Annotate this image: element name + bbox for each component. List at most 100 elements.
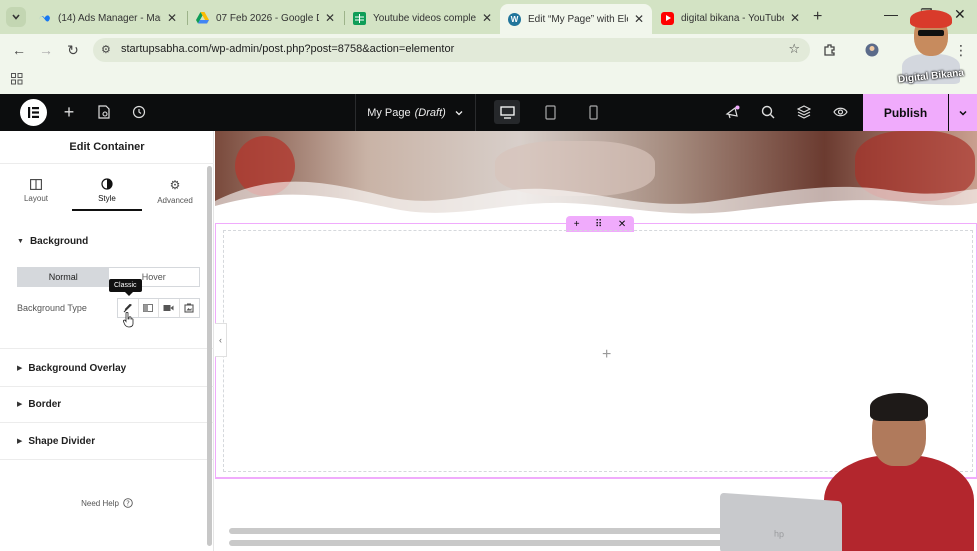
section-title: Shape Divider: [28, 435, 96, 447]
extensions-icon[interactable]: [820, 40, 840, 60]
horizontal-scrollbar[interactable]: [229, 540, 769, 546]
add-widget-icon[interactable]: +: [602, 346, 611, 364]
elementor-top-bar: + My Page (Draft) Publish: [0, 94, 977, 131]
close-icon[interactable]: ✕: [790, 11, 800, 25]
mouse-cursor-hand-icon: [123, 312, 134, 328]
section-shape-divider-toggle[interactable]: ▶ Shape Divider: [0, 423, 214, 459]
apps-grid-icon[interactable]: [11, 73, 23, 88]
close-icon[interactable]: ✕: [167, 11, 177, 25]
site-settings-icon[interactable]: ⚙: [101, 43, 111, 56]
divider: [0, 459, 214, 460]
section-border-toggle[interactable]: ▶ Border: [0, 386, 214, 422]
tab-title: 07 Feb 2026 - Google Dr: [216, 12, 319, 24]
publish-button[interactable]: Publish: [863, 94, 948, 131]
video-camera-icon: [163, 305, 174, 311]
drag-handle-icon[interactable]: ⠿: [595, 219, 602, 230]
add-element-icon[interactable]: +: [60, 102, 78, 122]
desktop-view-button[interactable]: [494, 100, 520, 124]
horizontal-scrollbar[interactable]: [229, 528, 769, 534]
section-title: Background Overlay: [28, 362, 127, 374]
laptop-logo: hp: [774, 528, 785, 540]
slideshow-icon: [184, 303, 194, 313]
publish-options-button[interactable]: [949, 94, 977, 131]
channel-mascot-logo: Digital Bikana: [888, 8, 974, 90]
page-settings-icon[interactable]: [95, 103, 113, 121]
tab-search-button[interactable]: [6, 7, 26, 27]
state-normal-button[interactable]: Normal: [18, 268, 109, 286]
history-icon[interactable]: [130, 103, 148, 121]
address-bar[interactable]: ⚙ startupsabha.com/wp-admin/post.php?pos…: [93, 38, 810, 62]
tab-youtube-sheet[interactable]: Youtube videos complete ✕: [345, 5, 500, 31]
background-type-label: Background Type: [17, 303, 87, 313]
new-tab-button[interactable]: +: [813, 8, 822, 26]
tab-title: Edit “My Page” with Elem: [528, 13, 628, 25]
sheets-icon: [353, 11, 366, 25]
add-container-icon[interactable]: +: [574, 219, 580, 230]
help-circle-icon: ?: [123, 498, 133, 508]
wave-shape-divider: [215, 181, 977, 223]
presenter-body: [824, 455, 974, 551]
chevron-down-icon: [12, 14, 20, 20]
drive-icon: [196, 12, 209, 25]
bg-gradient-button[interactable]: [139, 299, 159, 317]
tab-title: digital bikana - YouTube: [681, 12, 784, 24]
tab-label: Layout: [23, 194, 49, 203]
whats-new-icon[interactable]: [723, 103, 741, 121]
youtube-icon: [661, 11, 674, 25]
bg-video-button[interactable]: [159, 299, 180, 317]
page-status: (Draft): [414, 106, 446, 119]
delete-container-icon[interactable]: ✕: [618, 219, 626, 230]
chevron-down-icon: [455, 110, 463, 115]
tab-advanced[interactable]: ⚙ Advanced: [140, 171, 210, 211]
profile-avatar[interactable]: [862, 40, 882, 60]
wordpress-icon: W: [508, 12, 521, 26]
tab-label: Style: [98, 193, 116, 203]
collapse-panel-button[interactable]: ‹: [215, 323, 227, 357]
screen: (14) Ads Manager - Mana ✕ 07 Feb 2026 - …: [0, 0, 977, 551]
need-help-label: Need Help: [81, 498, 119, 508]
tab-youtube-channel[interactable]: digital bikana - YouTube ✕: [653, 5, 808, 31]
section-title: Border: [28, 398, 62, 410]
section-background-overlay-toggle[interactable]: ▶ Background Overlay: [0, 350, 214, 386]
tab-layout[interactable]: Layout: [1, 171, 71, 211]
editor-panel: Edit Container Layout Style ⚙ Advanced ▼…: [0, 131, 214, 551]
caret-down-icon: ▼: [17, 237, 24, 245]
gear-icon: ⚙: [169, 177, 181, 192]
mobile-view-button[interactable]: [580, 100, 606, 124]
panel-tabs: Layout Style ⚙ Advanced: [0, 171, 214, 211]
search-icon[interactable]: [759, 103, 777, 121]
page-name: My Page: [367, 106, 411, 119]
url-text: startupsabha.com/wp-admin/post.php?post=…: [121, 43, 455, 55]
meta-icon: [38, 12, 51, 25]
tablet-view-button[interactable]: [537, 100, 563, 124]
layout-icon: [30, 179, 42, 190]
need-help-link[interactable]: Need Help ?: [0, 498, 214, 508]
section-title: Background: [29, 235, 89, 247]
forward-button[interactable]: →: [36, 40, 56, 60]
close-icon[interactable]: ✕: [482, 11, 492, 25]
close-icon[interactable]: ✕: [634, 12, 644, 26]
preview-eye-icon[interactable]: [831, 103, 849, 121]
caret-right-icon: ▶: [17, 401, 23, 408]
panel-scrollbar[interactable]: [207, 166, 212, 546]
structure-layers-icon[interactable]: [795, 103, 813, 121]
reload-button[interactable]: ↻: [63, 40, 83, 60]
elementor-logo-button[interactable]: [20, 99, 47, 126]
back-button[interactable]: ←: [9, 40, 29, 60]
bookmarks-bar: [0, 66, 977, 94]
page-name-dropdown[interactable]: My Page (Draft): [355, 94, 476, 131]
tab-ads-manager[interactable]: (14) Ads Manager - Mana ✕: [30, 5, 185, 31]
chevron-down-icon: [959, 110, 967, 116]
bg-slideshow-button[interactable]: [180, 299, 200, 317]
bookmark-star-icon[interactable]: ☆: [788, 41, 800, 57]
close-icon[interactable]: ✕: [325, 11, 335, 25]
tab-style[interactable]: Style: [72, 171, 142, 211]
tab-google-drive[interactable]: 07 Feb 2026 - Google Dr ✕: [188, 5, 343, 31]
caret-right-icon: ▶: [17, 438, 23, 445]
desktop-icon: [499, 105, 515, 119]
section-background-toggle[interactable]: ▼ Background: [0, 223, 214, 259]
panel-title: Edit Container: [0, 131, 214, 164]
browser-toolbar: ← → ↻ ⚙ startupsabha.com/wp-admin/post.p…: [0, 34, 977, 66]
classic-tooltip: Classic: [109, 279, 142, 296]
tab-elementor-editor[interactable]: W Edit “My Page” with Elem ✕: [500, 4, 652, 34]
